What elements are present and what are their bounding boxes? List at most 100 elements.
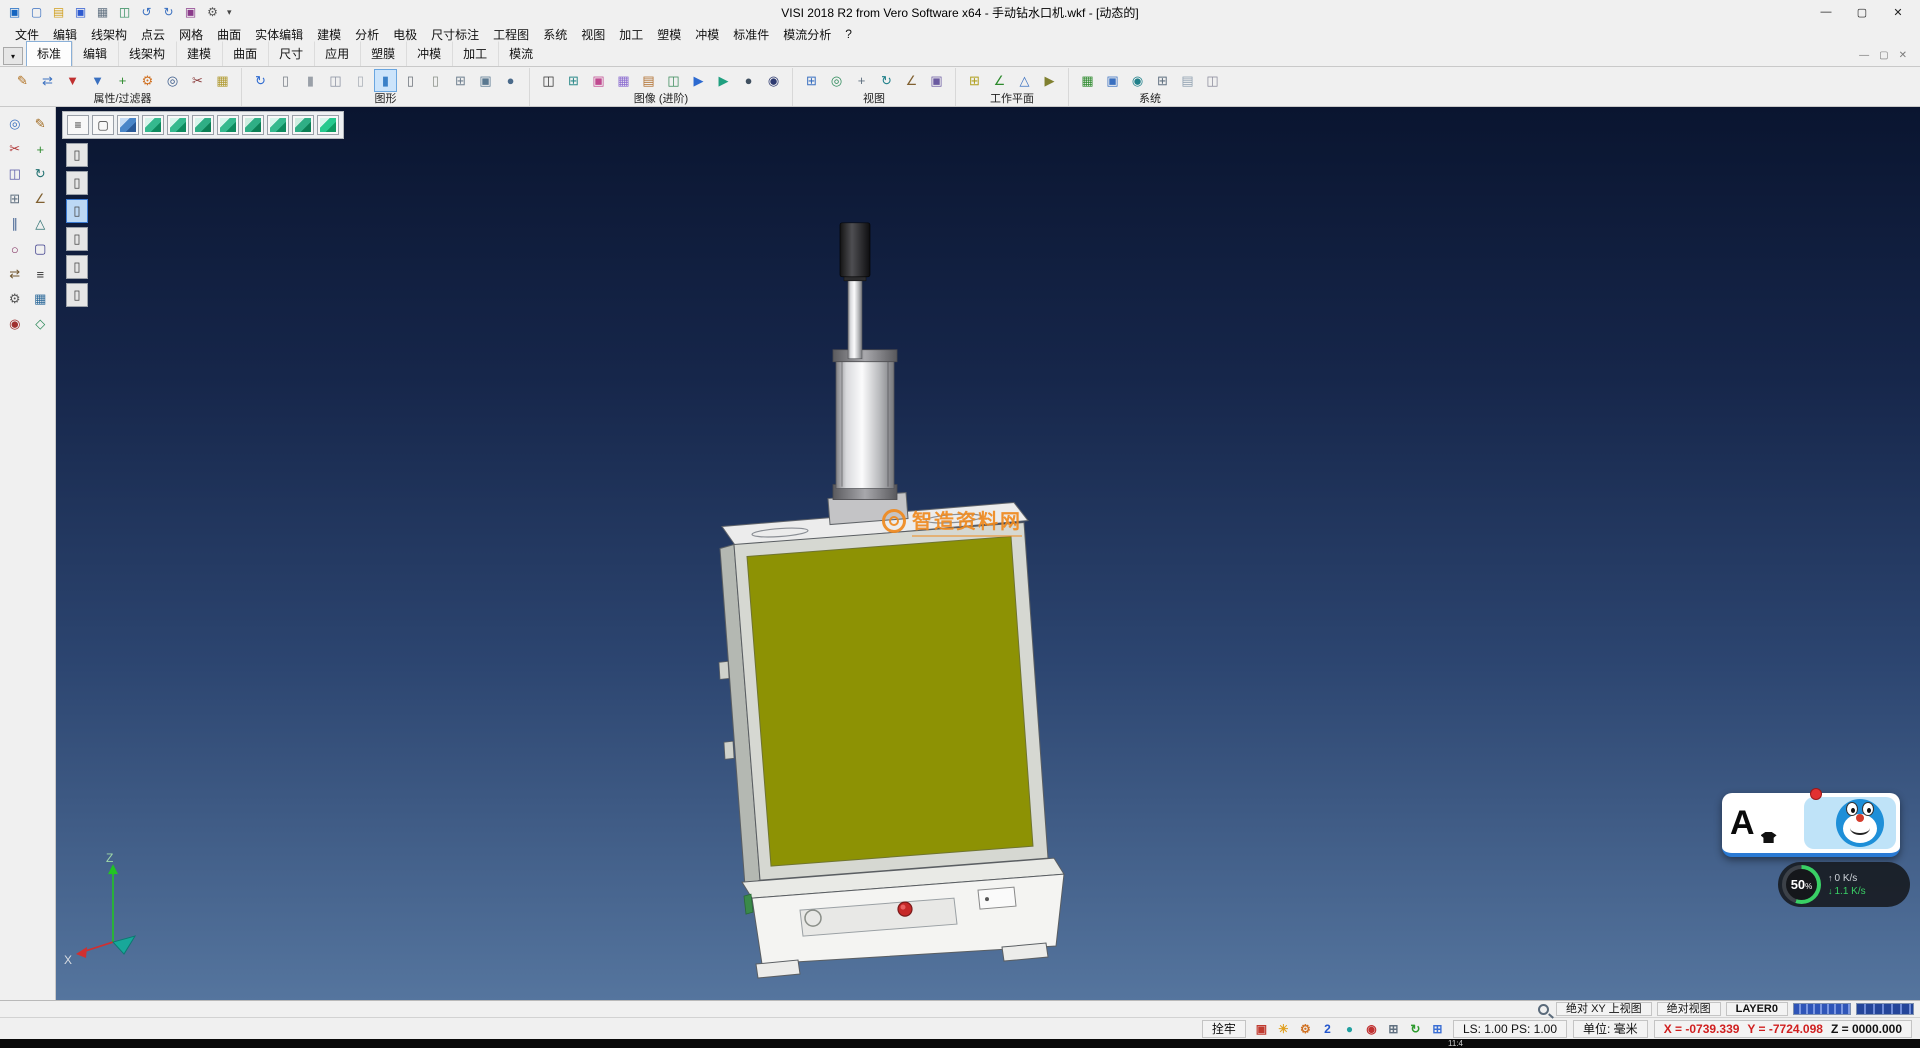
vertex-diamond-icon[interactable]: ◇ xyxy=(29,313,52,335)
rectangle-tool-icon[interactable]: ▢ xyxy=(29,238,52,260)
close-button[interactable]: ✕ xyxy=(1880,2,1916,22)
brightness-icon[interactable]: ☀ xyxy=(1274,1020,1293,1038)
snap-settings-icon[interactable]: ▤ xyxy=(1176,69,1199,92)
angle-dimension-icon[interactable]: ∠ xyxy=(29,188,52,210)
transparent-cylinder-icon[interactable]: ▯ xyxy=(349,69,372,92)
display-list-3-icon[interactable]: ▯ xyxy=(66,199,88,223)
analysis-icon[interactable]: ◫ xyxy=(1201,69,1224,92)
display-list-6-icon[interactable]: ▯ xyxy=(66,283,88,307)
tab[interactable]: 建模 xyxy=(176,41,222,66)
snap-lock-field[interactable]: 拴牢 xyxy=(1202,1020,1246,1038)
mdi-restore-button[interactable]: ▢ xyxy=(1879,50,1888,61)
layer-color-bar[interactable] xyxy=(1793,1003,1851,1015)
display-list-1-icon[interactable]: ▯ xyxy=(66,143,88,167)
record-red-icon[interactable]: ◉ xyxy=(1362,1020,1381,1038)
clip-plane-icon[interactable]: ▶ xyxy=(687,69,710,92)
swap-view-icon[interactable]: ⇄ xyxy=(3,263,26,285)
units-field[interactable]: 单位: 毫米 xyxy=(1573,1020,1648,1038)
zoom-fit-icon[interactable]: ◎ xyxy=(825,69,848,92)
mdi-close-button[interactable]: ✕ xyxy=(1899,50,1907,61)
tab[interactable]: 模流 xyxy=(498,41,544,66)
globe-icon[interactable]: ◉ xyxy=(1126,69,1149,92)
open-file-icon[interactable]: ▤ xyxy=(48,3,69,22)
histogram-icon[interactable]: ▦ xyxy=(612,69,635,92)
grid-gray-icon[interactable]: ⊞ xyxy=(1384,1020,1403,1038)
screen-config-icon[interactable]: ▣ xyxy=(1101,69,1124,92)
half-shade-icon[interactable]: ◫ xyxy=(324,69,347,92)
redo-icon[interactable]: ↻ xyxy=(158,3,179,22)
sketch-edit-icon[interactable]: ✎ xyxy=(29,113,52,135)
shaded-cylinder-icon[interactable]: ▮ xyxy=(299,69,322,92)
edge-display-icon[interactable]: ▯ xyxy=(399,69,422,92)
undo-icon[interactable]: ↺ xyxy=(136,3,157,22)
settings-gear-icon[interactable]: ⚙ xyxy=(3,288,26,310)
capture-icon[interactable]: ▣ xyxy=(180,3,201,22)
active-layer-field[interactable]: LAYER0 xyxy=(1726,1002,1788,1016)
filter-settings-icon[interactable]: ⚙ xyxy=(136,69,159,92)
normals-icon[interactable]: ▶ xyxy=(712,69,735,92)
image-color-icon[interactable]: ▣ xyxy=(587,69,610,92)
menu-item[interactable]: ? xyxy=(838,25,859,43)
wire-box-icon[interactable]: ⊞ xyxy=(449,69,472,92)
scale-field[interactable]: LS: 1.00 PS: 1.00 xyxy=(1453,1020,1567,1038)
save-icon[interactable]: ▣ xyxy=(70,3,91,22)
selection-tool-icon[interactable]: ◎ xyxy=(3,113,26,135)
environment-icon[interactable]: ◉ xyxy=(762,69,785,92)
measure-icon[interactable]: ∠ xyxy=(900,69,923,92)
match-attributes-icon[interactable]: ⇄ xyxy=(36,69,59,92)
trim-scissors-icon[interactable]: ✂ xyxy=(3,138,26,160)
tab[interactable]: 冲模 xyxy=(406,41,452,66)
viewport-layout-icon[interactable]: ≡ xyxy=(67,115,89,135)
layers-stack-icon[interactable]: ≡ xyxy=(29,263,52,285)
target-point-icon[interactable]: ◉ xyxy=(3,313,26,335)
line-style-bar[interactable] xyxy=(1856,1003,1914,1015)
3d-viewport[interactable]: ≡ ▢ xyxy=(56,107,1920,1000)
quick-access-more-icon[interactable]: ▾ xyxy=(223,7,236,18)
mirror-tool-icon[interactable]: ◫ xyxy=(3,163,26,185)
workplane-align-icon[interactable]: ∠ xyxy=(988,69,1011,92)
snapshot-icon[interactable]: ▣ xyxy=(1252,1020,1271,1038)
speed-gauge-widget[interactable]: 50% ↑0 K/s ↓1.1 K/s xyxy=(1778,862,1910,907)
parallel-line-icon[interactable]: ∥ xyxy=(3,213,26,235)
view-top-icon[interactable] xyxy=(142,115,164,135)
workplane-grid-icon[interactable]: ⊞ xyxy=(963,69,986,92)
render-sphere-icon[interactable]: ● xyxy=(499,69,522,92)
tab[interactable]: 编辑 xyxy=(72,41,118,66)
wireframe-cylinder-icon[interactable]: ▯ xyxy=(274,69,297,92)
view-iso-nw-icon[interactable] xyxy=(292,115,314,135)
sphere-teal-icon[interactable]: ● xyxy=(1340,1020,1359,1038)
refresh-green-icon[interactable]: ↻ xyxy=(1406,1020,1425,1038)
display-list-5-icon[interactable]: ▯ xyxy=(66,255,88,279)
add-point-icon[interactable]: + xyxy=(29,138,52,160)
fill-region-icon[interactable]: ▦ xyxy=(29,288,52,310)
tab[interactable]: 标准 xyxy=(26,41,72,66)
filter-add-icon[interactable]: + xyxy=(111,69,134,92)
regenerate-icon[interactable]: ↻ xyxy=(249,69,272,92)
preview-icon[interactable]: ◫ xyxy=(114,3,135,22)
view-left-icon[interactable] xyxy=(192,115,214,135)
view-front-icon[interactable] xyxy=(167,115,189,135)
new-document-icon[interactable]: ▢ xyxy=(26,3,47,22)
texture-icon[interactable]: ▤ xyxy=(637,69,660,92)
menu-item[interactable]: 塑模 xyxy=(650,24,688,45)
tab[interactable]: 加工 xyxy=(452,41,498,66)
menu-item[interactable]: 视图 xyxy=(574,24,612,45)
pan-icon[interactable]: + xyxy=(850,69,873,92)
grid-snap-icon[interactable]: ⊞ xyxy=(3,188,26,210)
hidden-line-icon[interactable]: ▯ xyxy=(424,69,447,92)
filter-blue-icon[interactable]: ▼ xyxy=(86,69,109,92)
section-view-icon[interactable]: ◫ xyxy=(662,69,685,92)
workplane-3point-icon[interactable]: △ xyxy=(1013,69,1036,92)
tab[interactable]: 曲面 xyxy=(222,41,268,66)
zoom-window-icon[interactable]: ⊞ xyxy=(800,69,823,92)
os-taskbar[interactable]: 11:4 xyxy=(0,1039,1920,1048)
view-iso-se-icon[interactable] xyxy=(317,115,339,135)
circle-tool-icon[interactable]: ○ xyxy=(3,238,26,260)
mdi-minimize-button[interactable]: — xyxy=(1859,50,1869,61)
rotate-view-icon[interactable]: ↻ xyxy=(875,69,898,92)
camera-icon[interactable]: ▣ xyxy=(925,69,948,92)
view-right-icon[interactable] xyxy=(217,115,239,135)
rotate-tool-icon[interactable]: ↻ xyxy=(29,163,52,185)
filter-red-icon[interactable]: ▼ xyxy=(61,69,84,92)
erase-filter-icon[interactable]: ✂ xyxy=(186,69,209,92)
